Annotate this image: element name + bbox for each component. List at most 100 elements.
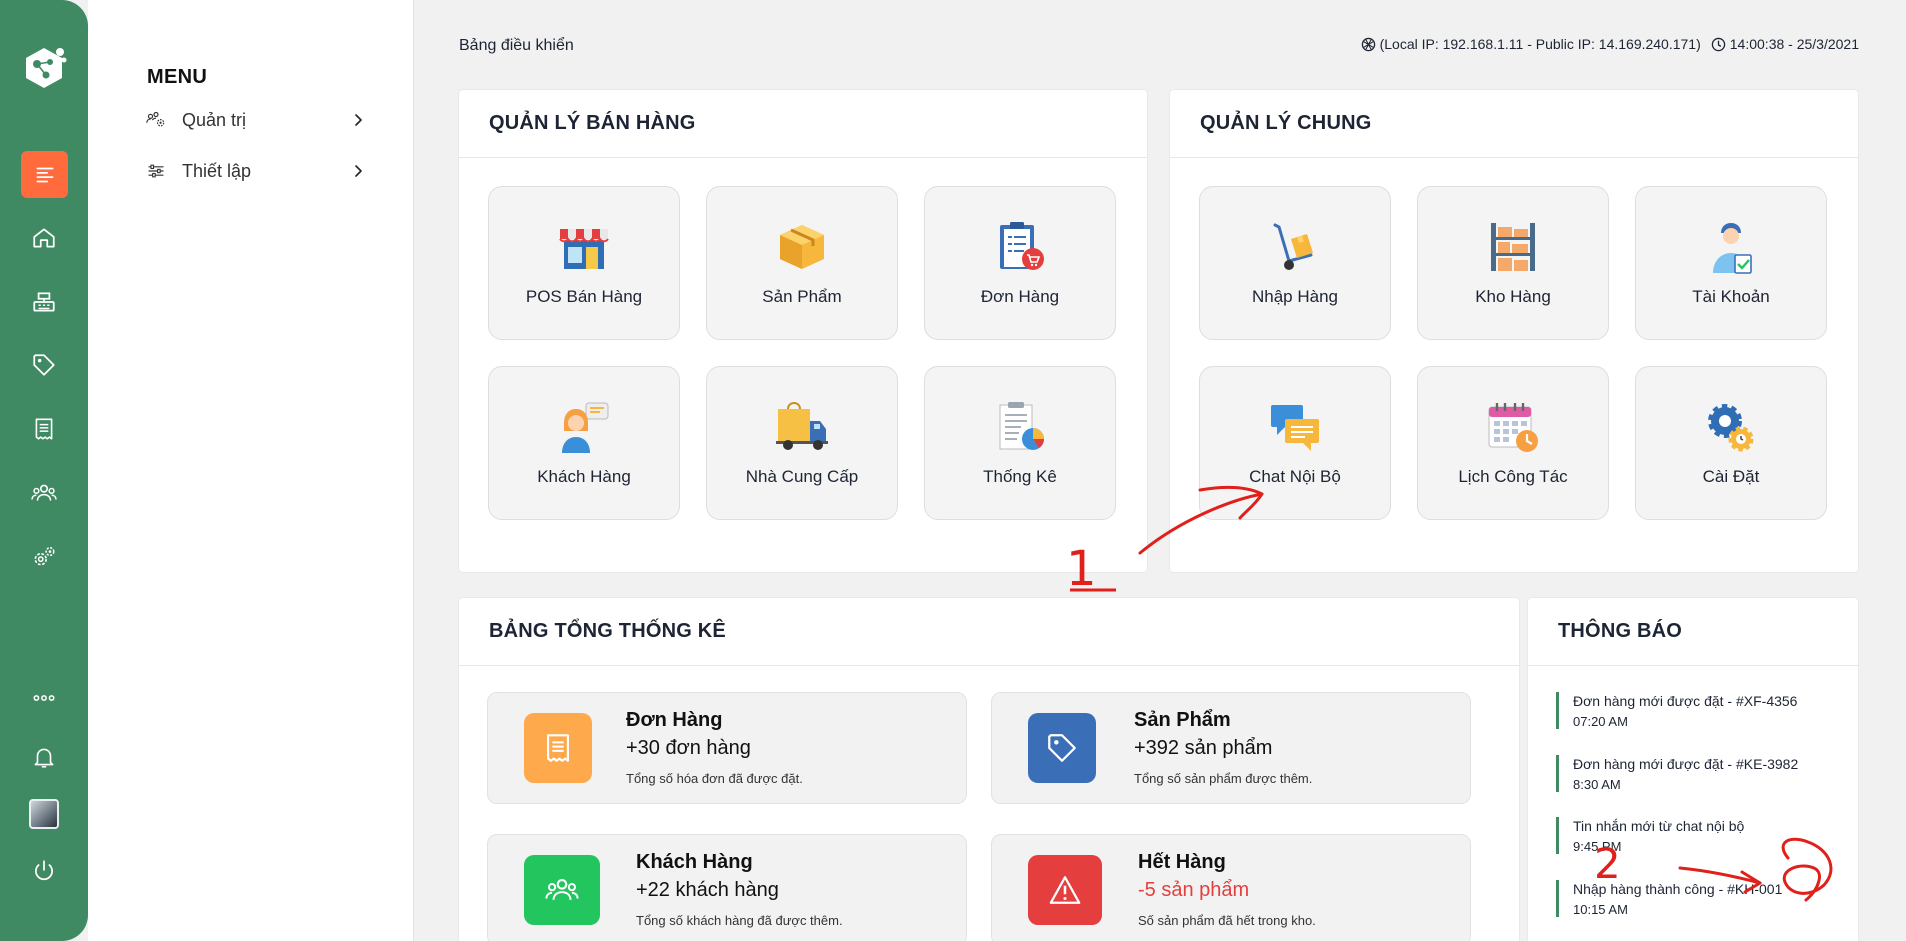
stat-value: +30 đơn hàng [626, 737, 751, 759]
rail-home-button[interactable] [22, 216, 66, 260]
notifications-card: THÔNG BÁO Đơn hàng mới được đặt - #XF-43… [1528, 598, 1858, 941]
tile-statistics[interactable]: Thống Kê [924, 366, 1116, 520]
tile-orders[interactable]: Đơn Hàng [924, 186, 1116, 340]
menu-title: MENU [147, 66, 208, 88]
rail-more-button[interactable] [22, 676, 66, 720]
card-title: THÔNG BÁO [1558, 620, 1683, 642]
calendar-clock-icon [1488, 403, 1538, 452]
avatar [29, 799, 59, 829]
chevron-right-icon [355, 165, 362, 177]
stat-products[interactable]: Sản Phẩm +392 sản phẩm Tổng số sản phẩm … [991, 692, 1471, 804]
report-chart-icon [999, 402, 1044, 450]
stat-out-of-stock[interactable]: Hết Hàng -5 sản phẩm Số sản phẩm đã hết … [991, 834, 1471, 941]
stat-description: Tổng số khách hàng đã được thêm. [636, 913, 843, 928]
users-icon [31, 484, 57, 501]
notification-item[interactable]: Tin nhắn mới từ chat nội bộ 9:45 PM [1556, 817, 1806, 854]
store-icon [559, 229, 609, 269]
menu-item-admin[interactable]: Quản trị [144, 104, 368, 136]
tile-label: Nhà Cung Cấp [745, 467, 859, 486]
stat-icon-box [1028, 713, 1096, 783]
server-info: (Local IP: 192.168.1.11 - Public IP: 14.… [1361, 36, 1859, 52]
notification-time: 8:30 AM [1573, 777, 1621, 792]
menu-item-settings[interactable]: Thiết lập [144, 155, 368, 187]
users-icon [545, 879, 579, 900]
rail-notifications-button[interactable] [22, 735, 66, 779]
stat-title: Đơn Hàng [626, 709, 723, 731]
power-icon [35, 860, 53, 881]
chat-bubbles-icon [1271, 405, 1319, 451]
stat-value: +22 khách hàng [636, 879, 779, 901]
tile-label: Đơn Hàng [980, 287, 1060, 306]
stat-description: Số sản phẩm đã hết trong kho. [1138, 913, 1316, 928]
notification-item[interactable]: Nhập hàng thành công - #KH-001 10:15 AM [1556, 880, 1806, 917]
stat-title: Hết Hàng [1138, 851, 1226, 873]
tile-settings[interactable]: Cài Đặt [1635, 366, 1827, 520]
notification-text: Nhập hàng thành công - #KH-001 [1573, 881, 1783, 897]
network-icon [1361, 37, 1375, 51]
tile-label: Khách Hàng [537, 467, 631, 486]
admin-users-gear-icon [144, 108, 168, 132]
sidebar-rail [0, 0, 88, 941]
card-title: BẢNG TỔNG THỐNG KÊ [489, 620, 726, 642]
receipt-icon [35, 418, 53, 440]
tile-customers[interactable]: Khách Hàng [488, 366, 680, 520]
rail-products-button[interactable] [22, 343, 66, 387]
delivery-truck-icon [776, 401, 828, 450]
receipt-icon [547, 734, 569, 762]
breadcrumb: Bảng điều khiển [459, 37, 574, 54]
tag-icon [1048, 734, 1076, 762]
account-user-icon [1713, 223, 1752, 274]
warning-icon [1049, 876, 1081, 904]
tile-import[interactable]: Nhập Hàng [1199, 186, 1391, 340]
tile-accounts[interactable]: Tài Khoản [1635, 186, 1827, 340]
stat-orders[interactable]: Đơn Hàng +30 đơn hàng Tổng số hóa đơn đã… [487, 692, 967, 804]
rail-user-avatar[interactable] [22, 792, 66, 836]
tile-warehouse[interactable]: Kho Hàng [1417, 186, 1609, 340]
rail-settings-button[interactable] [22, 535, 66, 579]
notification-time: 9:45 PM [1573, 839, 1622, 854]
menu-toggle-button[interactable] [21, 151, 68, 198]
chevron-right-icon [355, 114, 362, 126]
rail-orders-button[interactable] [22, 407, 66, 451]
tile-label: Nhập Hàng [1251, 287, 1338, 306]
menu-item-label: Thiết lập [182, 160, 252, 181]
tile-products[interactable]: Sản Phẩm [706, 186, 898, 340]
notification-text: Đơn hàng mới được đặt - #XF-4356 [1573, 693, 1798, 709]
notification-item[interactable]: Đơn hàng mới được đặt - #KE-3982 8:30 AM [1556, 755, 1806, 792]
gears-icon [34, 547, 55, 566]
notification-time: 10:15 AM [1573, 902, 1628, 917]
rail-logout-button[interactable] [22, 849, 66, 893]
card-header: BẢNG TỔNG THỐNG KÊ [459, 598, 1519, 666]
stat-customers[interactable]: Khách Hàng +22 khách hàng Tổng số khách … [487, 834, 967, 941]
tile-pos[interactable]: POS Bán Hàng [488, 186, 680, 340]
tile-label: POS Bán Hàng [525, 287, 643, 306]
menu-lines-icon [36, 167, 53, 182]
app-logo-icon[interactable] [20, 44, 68, 92]
home-icon [33, 228, 55, 248]
menu-panel: MENU Quản trị Thiết lập [88, 0, 414, 941]
tile-label: Sản Phẩm [762, 287, 842, 306]
stat-icon-box [524, 713, 592, 783]
rail-pos-button[interactable] [22, 280, 66, 324]
sliders-icon [144, 159, 168, 183]
tile-label: Lịch Công Tác [1458, 467, 1568, 486]
stat-title: Khách Hàng [636, 851, 753, 873]
tile-work-calendar[interactable]: Lịch Công Tác [1417, 366, 1609, 520]
tile-internal-chat[interactable]: Chat Nội Bộ [1199, 366, 1391, 520]
ip-info: (Local IP: 192.168.1.11 - Public IP: 14.… [1379, 36, 1701, 52]
rail-customers-button[interactable] [22, 471, 66, 515]
tile-label: Cài Đặt [1702, 467, 1760, 486]
notification-text: Đơn hàng mới được đặt - #KE-3982 [1573, 756, 1799, 772]
tile-label: Chat Nội Bộ [1249, 467, 1341, 486]
tag-icon [33, 354, 55, 376]
main-content: Bảng điều khiển (Local IP: 192.168.1.11 … [414, 0, 1906, 941]
stat-value: +392 sản phẩm [1134, 737, 1273, 759]
tile-label: Thống Kê [983, 467, 1057, 486]
card-header: THÔNG BÁO [1528, 598, 1858, 666]
clipboard-cart-icon [1000, 222, 1044, 270]
card-header: QUẢN LÝ BÁN HÀNG [459, 90, 1147, 158]
box-icon [780, 225, 824, 269]
customer-chat-icon [562, 402, 609, 453]
tile-suppliers[interactable]: Nhà Cung Cấp [706, 366, 898, 520]
notification-item[interactable]: Đơn hàng mới được đặt - #XF-4356 07:20 A… [1556, 692, 1806, 729]
